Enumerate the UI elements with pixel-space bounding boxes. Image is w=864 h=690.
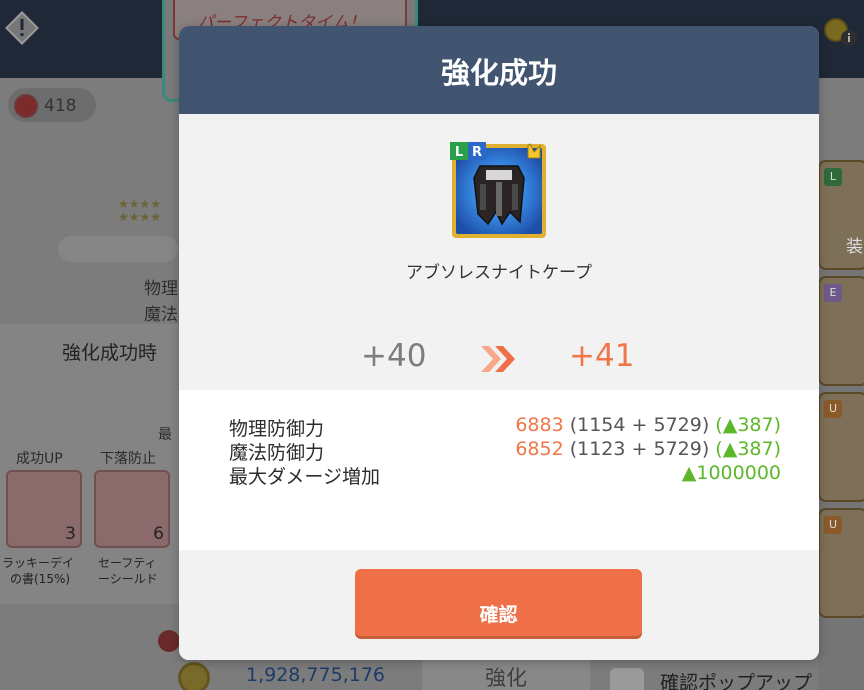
rank-badge: L <box>824 168 842 186</box>
stat-increase: (▲387) <box>715 414 781 436</box>
lucky-day-tile[interactable]: 3 <box>6 470 82 548</box>
stat-total: 6852 <box>515 438 564 460</box>
stat-increase: (▲387) <box>715 438 781 460</box>
info-diamond-icon[interactable] <box>4 10 40 46</box>
tile-count: 6 <box>153 524 164 544</box>
tile-name-lucky-2: の書(15%) <box>10 572 71 586</box>
dialog-header: 強化成功 <box>179 26 819 114</box>
equip-card-3[interactable]: U <box>818 392 864 502</box>
stat-values: ▲1000000 <box>682 462 781 484</box>
safety-shield-tile[interactable]: 6 <box>94 470 170 548</box>
gold-coin-icon <box>178 662 210 690</box>
confirm-button[interactable]: 確認 <box>355 569 642 636</box>
success-effect-title: 強化成功時 <box>62 342 158 364</box>
equip-card-4[interactable]: U <box>818 508 864 618</box>
stat-name: 最大ダメージ増加 <box>229 466 381 488</box>
stat-calc: (1123 + 5729) <box>569 438 710 460</box>
tile-name-safety-2: ーシールド <box>98 572 158 586</box>
coin-info-icon[interactable] <box>822 16 858 48</box>
tile-name-safety-1: セーフティ <box>98 556 157 570</box>
cape-item-icon: L R <box>450 142 546 238</box>
stat-values: 6883 (1154 + 5729) (▲387) <box>515 414 781 436</box>
slot-header-success-up: 成功UP <box>16 451 63 467</box>
stat-row-magic-def: 魔法防御力 6852 (1123 + 5729) (▲387) <box>229 438 781 464</box>
popup-checkbox-label: 確認ポップアップ <box>660 672 813 690</box>
level-before: +40 <box>361 338 427 374</box>
gauge-bar <box>58 236 178 262</box>
stat-name: 魔法防御力 <box>229 442 325 464</box>
stat-label-magic: 魔法 <box>144 305 178 325</box>
stat-values: 6852 (1123 + 5729) (▲387) <box>515 438 781 460</box>
equip-label: 装 <box>846 237 863 257</box>
stat-row-physical-def: 物理防御力 6883 (1154 + 5729) (▲387) <box>229 414 781 440</box>
rank-r-badge: R <box>472 145 482 160</box>
rank-badge: U <box>824 516 842 534</box>
item-name: アブソレスナイトケープ <box>406 263 592 283</box>
rank-l-badge: L <box>455 145 463 160</box>
clock-icon <box>158 630 180 652</box>
currency-value: 418 <box>44 96 77 116</box>
stat-row-max-damage: 最大ダメージ増加 ▲1000000 <box>229 462 781 488</box>
stat-calc: (1154 + 5729) <box>569 414 710 436</box>
rank-badge: U <box>824 400 842 418</box>
equip-card-1[interactable]: L 装 <box>818 160 864 270</box>
stat-label-physical: 物理 <box>144 279 178 299</box>
double-chevron-icon <box>481 346 515 372</box>
dialog-title: 強化成功 <box>440 56 557 90</box>
slot-header-drop-guard: 下落防止 <box>100 451 156 467</box>
star-rating: ★★★★ ★★★★ <box>118 197 162 224</box>
stat-increase: ▲1000000 <box>681 462 781 484</box>
stat-total: 6883 <box>515 414 564 436</box>
stat-changes: 物理防御力 6883 (1154 + 5729) (▲387) 魔法防御力 68… <box>179 390 819 550</box>
tile-name-lucky-1: ラッキーデイ <box>2 556 75 570</box>
star-coin-icon <box>14 94 38 118</box>
tile-count: 3 <box>65 524 76 544</box>
max-label: 最 <box>158 427 172 443</box>
gold-value: 1,928,775,176 <box>246 664 386 686</box>
rank-badge: E <box>824 284 842 302</box>
enhance-success-dialog: 強化成功 L R アブソレスナイトケープ +40 +41 物理防御力 6883 … <box>179 26 819 660</box>
equip-card-2[interactable]: E <box>818 276 864 386</box>
stat-name: 物理防御力 <box>229 418 325 440</box>
popup-checkbox[interactable] <box>610 668 644 690</box>
level-after: +41 <box>569 338 635 374</box>
